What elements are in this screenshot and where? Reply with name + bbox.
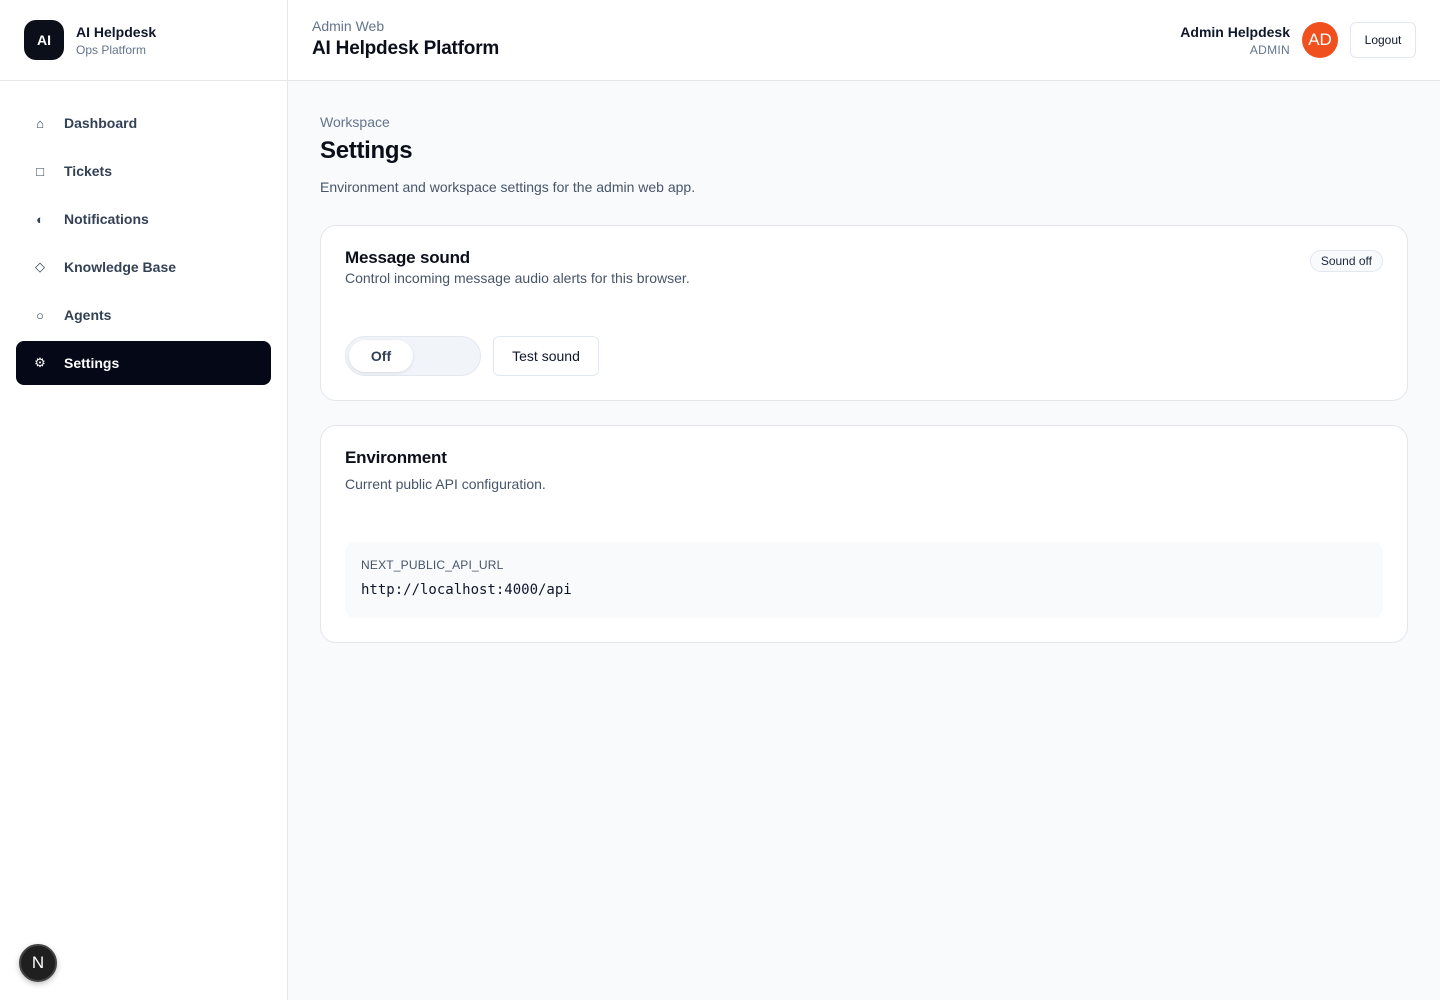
sidebar-item-label: Knowledge Base <box>64 259 177 275</box>
sidebar-nav: ⌂ Dashboard □ Tickets ◐ Notifications ◇ … <box>0 81 287 409</box>
sidebar-item-notifications[interactable]: ◐ Notifications <box>16 197 271 241</box>
test-sound-button[interactable]: Test sound <box>493 336 599 376</box>
page-description: Environment and workspace settings for t… <box>320 179 696 195</box>
page-title: Settings <box>320 137 413 164</box>
user-role: ADMIN <box>1249 43 1290 57</box>
sidebar: AI AI Helpdesk Ops Platform ⌂ Dashboard … <box>0 0 288 1000</box>
user-info: Admin Helpdesk ADMIN <box>1180 24 1290 58</box>
sidebar-item-label: Dashboard <box>64 115 138 131</box>
diamond-icon: ◇ <box>35 259 45 274</box>
sound-toggle[interactable]: Off <box>345 336 481 376</box>
gear-icon: ⚙ <box>34 355 46 370</box>
env-value: http://localhost:4000/api <box>361 582 572 598</box>
toggle-knob: Off <box>349 340 413 372</box>
environment-card: Environment Current public API configura… <box>320 425 1408 643</box>
main-content: Workspace Settings Environment and works… <box>320 114 1408 643</box>
brand-subtitle: Ops Platform <box>76 42 147 57</box>
logout-button[interactable]: Logout <box>1350 22 1416 58</box>
card-title: Environment <box>345 448 447 467</box>
page-eyebrow: Workspace <box>320 114 390 130</box>
app-title: AI Helpdesk Platform <box>312 38 500 59</box>
brand-name: AI Helpdesk <box>76 23 157 40</box>
brand-logo: AI <box>24 20 64 60</box>
topbar: Admin Web AI Helpdesk Platform Admin Hel… <box>288 0 1440 81</box>
card-description: Control incoming message audio alerts fo… <box>345 270 690 286</box>
sidebar-item-agents[interactable]: ○ Agents <box>16 293 271 337</box>
dev-tools-badge[interactable]: N <box>19 944 57 982</box>
sidebar-item-label: Agents <box>64 307 112 323</box>
home-icon: ⌂ <box>36 115 44 131</box>
sidebar-item-label: Notifications <box>64 211 149 227</box>
sidebar-item-knowledge-base[interactable]: ◇ Knowledge Base <box>16 245 271 289</box>
message-sound-card: Message sound Control incoming message a… <box>320 225 1408 401</box>
sidebar-item-dashboard[interactable]: ⌂ Dashboard <box>16 101 271 145</box>
app-eyebrow: Admin Web <box>312 18 385 34</box>
sidebar-item-label: Settings <box>64 355 120 371</box>
card-description: Current public API configuration. <box>345 476 546 492</box>
env-variable: NEXT_PUBLIC_API_URL http://localhost:400… <box>345 542 1383 618</box>
avatar[interactable]: AD <box>1302 22 1338 58</box>
sidebar-item-label: Tickets <box>64 163 112 179</box>
status-badge: Sound off <box>1309 250 1383 272</box>
brand: AI AI Helpdesk Ops Platform <box>0 0 287 81</box>
square-icon: □ <box>36 163 44 179</box>
circle-icon: ○ <box>36 307 44 323</box>
half-circle-icon: ◐ <box>36 211 44 227</box>
env-key: NEXT_PUBLIC_API_URL <box>361 558 504 572</box>
sidebar-item-tickets[interactable]: □ Tickets <box>16 149 271 193</box>
sidebar-item-settings[interactable]: ⚙ Settings <box>16 341 271 385</box>
card-title: Message sound <box>345 248 470 267</box>
user-name: Admin Helpdesk <box>1180 24 1290 40</box>
